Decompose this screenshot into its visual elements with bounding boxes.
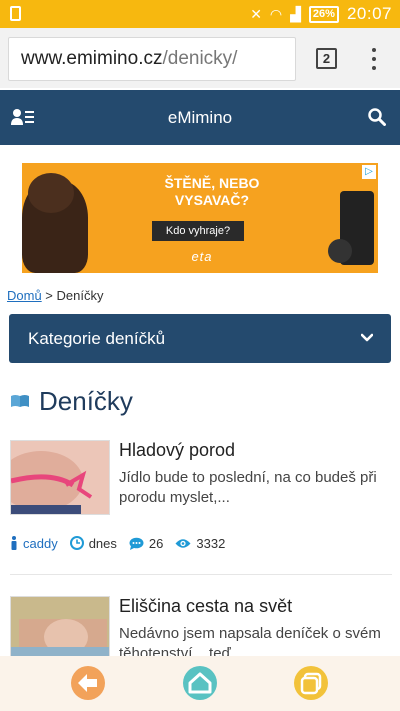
search-icon[interactable] [368,108,386,126]
url-bar[interactable]: www.emimino.cz/denicky/ [8,37,296,81]
diary-title[interactable]: Hladový porod [119,440,235,461]
diary-author-link[interactable]: caddy [23,536,58,551]
clock: 20:07 [346,4,392,23]
diary-comments[interactable]: 26 [129,536,163,551]
bottom-navigation [0,656,400,711]
wifi-icon: ◠ [269,6,283,22]
breadcrumb-current: Deníčky [56,288,104,303]
diary-excerpt: Jídlo bude to poslední, na co budeš při … [119,469,377,506]
tab-switcher-button[interactable]: 2 [316,48,337,69]
status-icons: ✕ ◠ ▟ 26% 20:07 [250,4,392,24]
back-arrow-icon[interactable] [70,665,106,701]
page-title: Deníčky [39,385,133,416]
diary-date: dnes [69,536,117,551]
advertisement-banner[interactable]: ŠTĚNĚ, NEBO VYSAVAČ? Kdo vyhraje? eta ▷ [22,163,378,273]
puppy-image [22,173,88,273]
diary-title[interactable]: Eliščina cesta na svět [119,596,292,617]
chevron-down-icon [361,333,373,342]
adchoices-icon[interactable]: ▷ [362,165,376,179]
list-item[interactable]: Hladový porod Jídlo bude to poslední, na… [10,440,392,555]
ad-headline: ŠTĚNĚ, NEBO VYSAVAČ? [164,175,260,208]
mute-icon: ✕ [250,6,262,22]
browser-menu-icon[interactable] [367,48,381,70]
recent-apps-icon[interactable] [293,665,329,701]
comment-icon [129,537,144,550]
category-dropdown-label: Kategorie deníčků [28,329,166,348]
ad-cta-button[interactable]: Kdo vyhraje? [152,221,244,241]
home-icon[interactable] [182,665,218,701]
battery-indicator: 26% [308,5,339,23]
page-heading: Deníčky [10,384,133,418]
person-icon [11,536,17,550]
status-bar: ✕ ◠ ▟ 26% 20:07 [0,0,400,28]
vacuum-image [328,191,374,265]
diary-views: 3332 [175,536,225,551]
category-dropdown[interactable]: Kategorie deníčků [9,314,391,363]
ad-brand-logo: eta [191,249,213,264]
breadcrumb-home-link[interactable]: Domů [7,288,42,303]
browser-toolbar: www.emimino.cz/denicky/ 2 [0,28,400,88]
url-path: /denicky/ [162,48,238,69]
list-item[interactable]: Eliščina cesta na svět Nedávno jsem naps… [10,596,392,656]
user-menu-icon[interactable] [11,108,35,126]
diary-meta: caddy dnes 26 3332 [10,534,237,552]
site-title[interactable]: eMimino [0,90,400,145]
divider [10,574,392,575]
breadcrumb-separator: > [41,288,57,303]
diary-thumbnail[interactable] [10,596,110,656]
signal-icon: ▟ [290,6,301,22]
eye-icon [175,538,191,548]
url-domain: www.emimino.cz [21,48,163,69]
book-icon [11,395,29,407]
site-header: eMimino [0,90,400,145]
diary-thumbnail[interactable] [10,440,110,515]
breadcrumb: Domů > Deníčky [7,288,103,303]
clock-icon [69,536,84,550]
diary-excerpt: Nedávno jsem napsala deníček o svém těho… [119,625,381,656]
notification-icon [10,6,21,21]
